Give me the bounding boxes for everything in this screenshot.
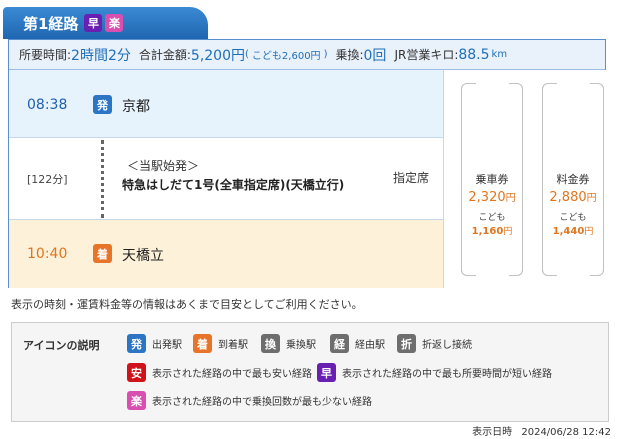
raku-badge-icon: 楽 xyxy=(105,14,124,32)
legend-item-kan: 換 乗換駅 xyxy=(261,334,316,353)
segment-duration: [122分] xyxy=(27,173,68,186)
child-amount-value: 1,160 xyxy=(471,226,504,237)
child-fare-prefix: ( xyxy=(245,49,249,60)
haya-badge-icon: 早 xyxy=(84,14,103,32)
transfer-label: 乗換: xyxy=(335,48,364,62)
legend-item-raku: 楽 表示された経路の中で乗換回数が最も少ない経路 xyxy=(127,391,372,410)
fare-value: 5,200円 xyxy=(190,47,246,64)
child-amount: 1,160円 xyxy=(462,224,522,237)
yasu-icon: 安 xyxy=(127,363,146,382)
child-fare-suffix: ) xyxy=(323,49,328,60)
train-name: 特急はしだて1号(全車指定席)(天橋立行) xyxy=(122,178,345,192)
display-timestamp: 表示日時 2024/06/28 12:42 xyxy=(472,423,611,438)
child-unit: 円 xyxy=(503,227,513,237)
departure-row: 08:38 発 京都 xyxy=(9,70,443,138)
icon-legend: アイコンの説明 発 出発駅 着 到着駅 換 乗換駅 経 経由駅 折 折返し接続 … xyxy=(11,322,609,422)
arrival-station: 天橋立 xyxy=(122,248,164,264)
child-label: こども xyxy=(478,213,506,223)
seat-type: 指定席 xyxy=(393,171,430,185)
timestamp-label: 表示日時 xyxy=(472,427,513,438)
legend-item-ori: 折 折返し接続 xyxy=(397,334,472,353)
fare-unit: 円 xyxy=(586,193,597,204)
fare-card-ticket: 乗車券 2,320円 こども 1,160円 xyxy=(461,83,523,276)
kan-icon: 換 xyxy=(261,334,280,353)
legend-label: 表示された経路の中で乗換回数が最も少ない経路 xyxy=(152,397,372,408)
legend-label: 経由駅 xyxy=(355,340,385,351)
km-unit: km xyxy=(491,49,508,60)
legend-item-chaku: 着 到着駅 xyxy=(193,334,248,353)
chaku-icon: 着 xyxy=(193,334,212,353)
transfer-value: 0回 xyxy=(363,47,387,64)
segment-line xyxy=(101,140,104,218)
legend-title: アイコンの説明 xyxy=(23,339,100,352)
haya-icon: 早 xyxy=(317,363,336,382)
child-label: こども xyxy=(559,213,587,223)
legend-label: 出発駅 xyxy=(152,340,182,351)
route-summary: 所要時間: 2時間2分 合計金額: 5,200円 ( こども 2,600円 ) … xyxy=(9,40,605,70)
km-value: 88.5 xyxy=(458,46,490,63)
fare-card-charge: 料金券 2,880円 こども 1,440円 xyxy=(542,83,604,276)
legend-item-yasu: 安 表示された経路の中で最も安い経路 xyxy=(127,363,312,382)
legend-item-hatsu: 発 出発駅 xyxy=(127,334,182,353)
child-fare-label: こども xyxy=(251,51,282,62)
legend-label: 表示された経路の中で最も安い経路 xyxy=(152,369,312,380)
arrival-row: 10:40 着 天橋立 xyxy=(9,220,443,288)
child-amount-value: 1,440 xyxy=(552,226,585,237)
child-amount: 1,440円 xyxy=(543,224,603,237)
hatsu-icon: 発 xyxy=(127,334,146,353)
departure-icon: 発 xyxy=(93,95,112,114)
kei-icon: 経 xyxy=(330,334,349,353)
departure-time: 08:38 xyxy=(27,97,68,113)
fare-amount: 2,320円 xyxy=(462,189,522,205)
legend-label: 折返し接続 xyxy=(422,340,472,351)
route-tab-title: 第1経路 xyxy=(23,14,79,33)
child-unit: 円 xyxy=(584,227,594,237)
legend-item-kei: 経 経由駅 xyxy=(330,334,385,353)
time-label: 所要時間: xyxy=(19,48,72,62)
disclaimer-note: 表示の時刻・運賃料金等の情報はあくまで目安としてご利用ください。 xyxy=(11,298,363,311)
km-label: JR営業キロ: xyxy=(394,48,459,62)
legend-label: 表示された経路の中で最も所要時間が短い経路 xyxy=(342,369,552,380)
arrival-time: 10:40 xyxy=(27,246,68,262)
fare-amount-value: 2,320 xyxy=(468,190,506,205)
origin-note: ＜当駅始発＞ xyxy=(127,159,200,173)
legend-label: 乗換駅 xyxy=(286,340,316,351)
fare-unit: 円 xyxy=(505,193,516,204)
arrival-icon: 着 xyxy=(93,244,112,263)
raku-icon: 楽 xyxy=(127,391,146,410)
timestamp-value: 2024/06/28 12:42 xyxy=(521,427,611,438)
legend-label: 到着駅 xyxy=(218,340,248,351)
fare-amount: 2,880円 xyxy=(543,189,603,205)
route-detail-panel: 所要時間: 2時間2分 合計金額: 5,200円 ( こども 2,600円 ) … xyxy=(8,39,606,288)
ori-icon: 折 xyxy=(397,334,416,353)
route-tab[interactable]: 第1経路 早 楽 xyxy=(3,7,208,39)
fare-amount-value: 2,880 xyxy=(549,190,587,205)
fare-title: 乗車券 xyxy=(475,173,509,186)
fare-area: 乗車券 2,320円 こども 1,160円 料金券 2,880円 こども 1,4… xyxy=(443,70,606,288)
child-fare-value: 2,600円 xyxy=(281,51,321,62)
fare-label: 合計金額: xyxy=(138,48,191,62)
departure-station: 京都 xyxy=(122,99,150,115)
legend-item-haya: 早 表示された経路の中で最も所要時間が短い経路 xyxy=(317,363,552,382)
fare-title: 料金券 xyxy=(556,173,590,186)
time-value: 2時間2分 xyxy=(71,47,131,64)
segment-row: [122分] ＜当駅始発＞ 特急はしだて1号(全車指定席)(天橋立行) 指定席 xyxy=(9,138,443,220)
